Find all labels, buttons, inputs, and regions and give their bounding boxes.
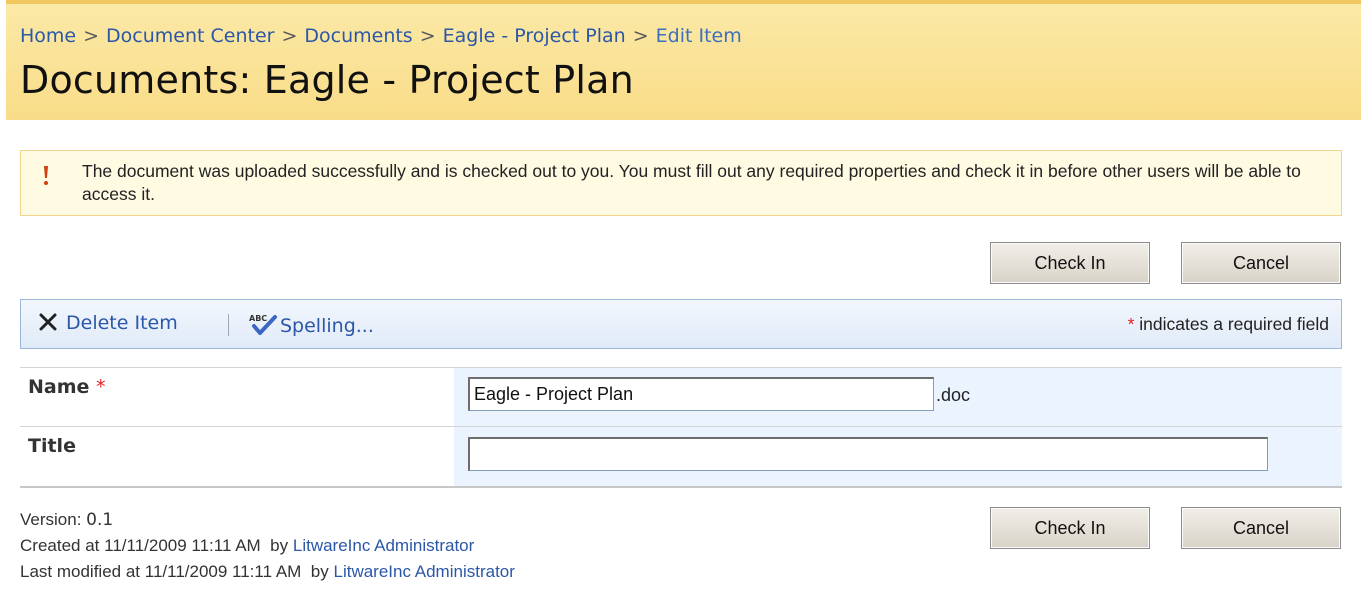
required-note-text: indicates a required field — [1139, 314, 1329, 334]
name-input[interactable] — [468, 377, 934, 411]
form-toolbar: Delete Item ABC Spelling... * indicates … — [20, 299, 1342, 349]
version-info: Version: 0.1 Created at 11/11/2009 11:11… — [20, 507, 515, 585]
modified-by-label: by — [310, 562, 329, 581]
title-label: Title — [28, 435, 76, 457]
modified-label: Last modified at — [20, 562, 141, 581]
required-star: * — [1127, 314, 1135, 334]
form-row-name: Name * .doc — [20, 368, 1342, 426]
version-label: Version: — [20, 510, 82, 529]
breadcrumb-separator: > — [419, 25, 436, 47]
name-label: Name * — [28, 376, 106, 398]
delete-x-icon — [39, 313, 57, 331]
breadcrumb: Home > Document Center > Documents > Eagle - P… — [20, 25, 742, 47]
breadcrumb-current: Edit Item — [655, 25, 742, 47]
left-margin — [0, 0, 6, 604]
required-field-note: * indicates a required field — [1128, 314, 1329, 335]
title-input[interactable] — [468, 437, 1268, 471]
page-title: Documents: Eagle - Project Plan — [20, 58, 634, 102]
modified-timestamp: 11/11/2009 11:11 AM — [144, 562, 302, 581]
toolbar-divider — [228, 314, 229, 336]
spellcheck-icon: ABC — [249, 314, 277, 335]
version-line: Version: 0.1 — [20, 507, 515, 533]
form-row-title: Title — [20, 427, 1342, 486]
title-label-cell: Title — [20, 427, 454, 486]
status-message-box: The document was uploaded successfully a… — [20, 150, 1342, 216]
spelling-label: Spelling... — [280, 315, 374, 337]
file-extension: .doc — [936, 385, 971, 405]
status-message-text: The document was uploaded successfully a… — [82, 161, 1301, 204]
breadcrumb-document-center[interactable]: Document Center — [106, 25, 274, 47]
form-bottom-divider — [20, 486, 1342, 488]
modified-line: Last modified at 11/11/2009 11:11 AM by … — [20, 559, 515, 585]
breadcrumb-separator: > — [83, 25, 100, 47]
created-by-link[interactable]: LitwareInc Administrator — [293, 536, 474, 555]
breadcrumb-eagle-project-plan[interactable]: Eagle - Project Plan — [443, 25, 626, 47]
name-label-text: Name — [28, 376, 90, 398]
version-number: 0.1 — [86, 510, 114, 530]
name-label-cell: Name * — [20, 368, 454, 426]
page-header: Home > Document Center > Documents > Eagle - P… — [0, 0, 1361, 120]
spelling-button[interactable]: ABC Spelling... — [248, 312, 374, 337]
cancel-button-bottom[interactable]: Cancel — [1181, 507, 1341, 549]
svg-text:ABC: ABC — [249, 314, 267, 323]
name-value-cell: .doc — [454, 368, 1342, 426]
check-in-button-bottom[interactable]: Check In — [990, 507, 1150, 549]
modified-by-link[interactable]: LitwareInc Administrator — [334, 562, 515, 581]
created-by-label: by — [270, 536, 289, 555]
delete-item-label: Delete Item — [66, 312, 178, 334]
breadcrumb-separator: > — [632, 25, 649, 47]
created-line: Created at 11/11/2009 11:11 AM by Litwar… — [20, 533, 515, 559]
breadcrumb-documents[interactable]: Documents — [304, 25, 412, 47]
exclamation-icon — [44, 166, 48, 185]
check-in-button-top[interactable]: Check In — [990, 242, 1150, 284]
title-value-cell — [454, 427, 1342, 486]
breadcrumb-home[interactable]: Home — [20, 25, 76, 47]
cancel-button-top[interactable]: Cancel — [1181, 242, 1341, 284]
created-timestamp: 11/11/2009 11:11 AM — [104, 536, 261, 555]
name-required-star: * — [96, 376, 106, 398]
delete-item-button[interactable]: Delete Item — [38, 312, 178, 334]
breadcrumb-separator: > — [281, 25, 298, 47]
created-label: Created at — [20, 536, 100, 555]
